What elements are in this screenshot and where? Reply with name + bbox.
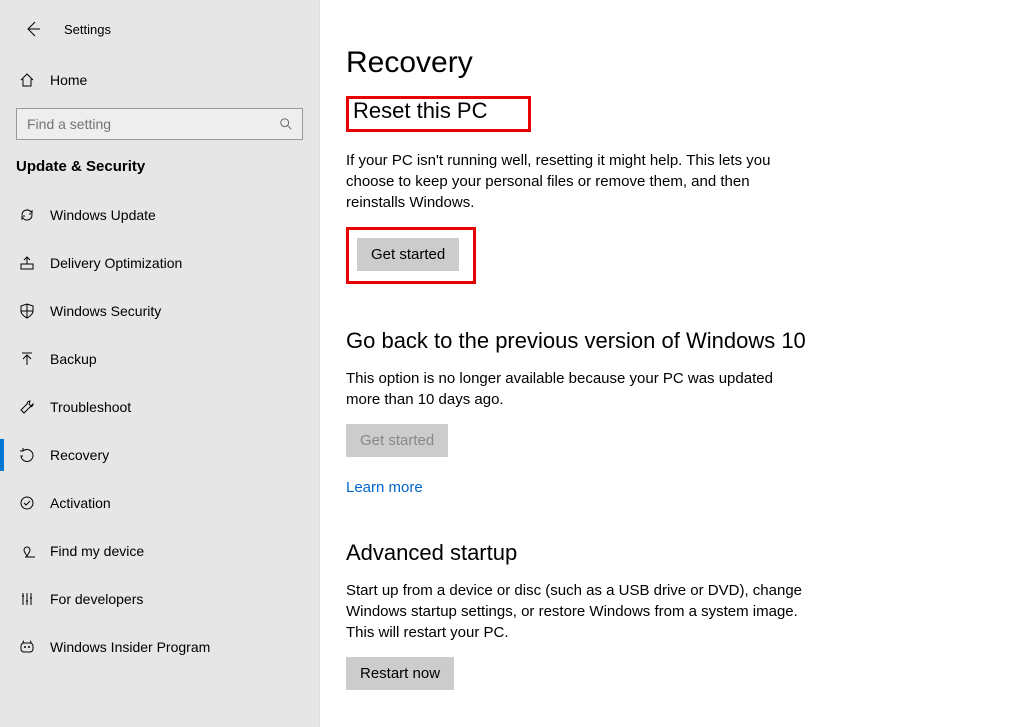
sidebar-item-label: Delivery Optimization (50, 255, 182, 271)
sidebar-item-activation[interactable]: Activation (0, 479, 319, 527)
backup-icon (18, 351, 36, 367)
reset-get-started-button[interactable]: Get started (357, 238, 459, 271)
home-link[interactable]: Home (0, 62, 319, 98)
check-circle-icon (18, 495, 36, 511)
sidebar-item-label: Backup (50, 351, 97, 367)
arrow-left-icon (25, 21, 41, 37)
recovery-icon (18, 447, 36, 463)
goback-heading: Go back to the previous version of Windo… (346, 328, 806, 354)
sidebar-item-label: Troubleshoot (50, 399, 131, 415)
home-icon (18, 72, 36, 88)
section-reset-pc: Reset this PC If your PC isn't running w… (346, 98, 1000, 284)
sidebar: Settings Home Update & Security Windows … (0, 0, 320, 727)
sidebar-item-windows-security[interactable]: Windows Security (0, 287, 319, 335)
goback-get-started-button: Get started (346, 424, 448, 457)
page-title: Recovery (346, 46, 1000, 80)
sidebar-item-recovery[interactable]: Recovery (0, 431, 319, 479)
sidebar-item-find-my-device[interactable]: Find my device (0, 527, 319, 575)
sidebar-item-label: Windows Security (50, 303, 161, 319)
sidebar-item-label: Recovery (50, 447, 109, 463)
delivery-icon (18, 255, 36, 271)
reset-description: If your PC isn't running well, resetting… (346, 150, 806, 213)
main-content: Recovery Reset this PC If your PC isn't … (320, 0, 1030, 727)
highlight-reset-heading: Reset this PC (346, 96, 531, 132)
advanced-description: Start up from a device or disc (such as … (346, 580, 806, 643)
sidebar-item-backup[interactable]: Backup (0, 335, 319, 383)
sidebar-item-windows-update[interactable]: Windows Update (0, 191, 319, 239)
section-go-back: Go back to the previous version of Windo… (346, 328, 1000, 496)
home-label: Home (50, 72, 87, 88)
back-button[interactable] (18, 14, 48, 44)
shield-icon (18, 303, 36, 319)
highlight-reset-button: Get started (346, 227, 476, 284)
search-wrap (16, 108, 303, 140)
section-advanced-startup: Advanced startup Start up from a device … (346, 540, 1000, 690)
sidebar-item-label: For developers (50, 591, 143, 607)
sidebar-header: Settings (0, 14, 319, 62)
nav-list: Windows Update Delivery Optimization Win… (0, 191, 319, 671)
sidebar-item-windows-insider[interactable]: Windows Insider Program (0, 623, 319, 671)
sidebar-item-for-developers[interactable]: For developers (0, 575, 319, 623)
sidebar-item-label: Windows Update (50, 207, 156, 223)
location-icon (18, 543, 36, 559)
restart-now-button[interactable]: Restart now (346, 657, 454, 690)
learn-more-link[interactable]: Learn more (346, 479, 423, 496)
reset-heading: Reset this PC (353, 98, 488, 124)
insider-icon (18, 639, 36, 655)
sliders-icon (18, 591, 36, 607)
advanced-heading: Advanced startup (346, 540, 517, 566)
sidebar-item-label: Windows Insider Program (50, 639, 210, 655)
sync-icon (18, 207, 36, 223)
sidebar-item-delivery-optimization[interactable]: Delivery Optimization (0, 239, 319, 287)
sidebar-item-label: Find my device (50, 543, 144, 559)
sidebar-item-label: Activation (50, 495, 111, 511)
settings-title: Settings (64, 22, 111, 37)
goback-description: This option is no longer available becau… (346, 368, 806, 410)
sidebar-item-troubleshoot[interactable]: Troubleshoot (0, 383, 319, 431)
wrench-icon (18, 399, 36, 415)
search-input[interactable] (16, 108, 303, 140)
category-label: Update & Security (0, 158, 319, 191)
